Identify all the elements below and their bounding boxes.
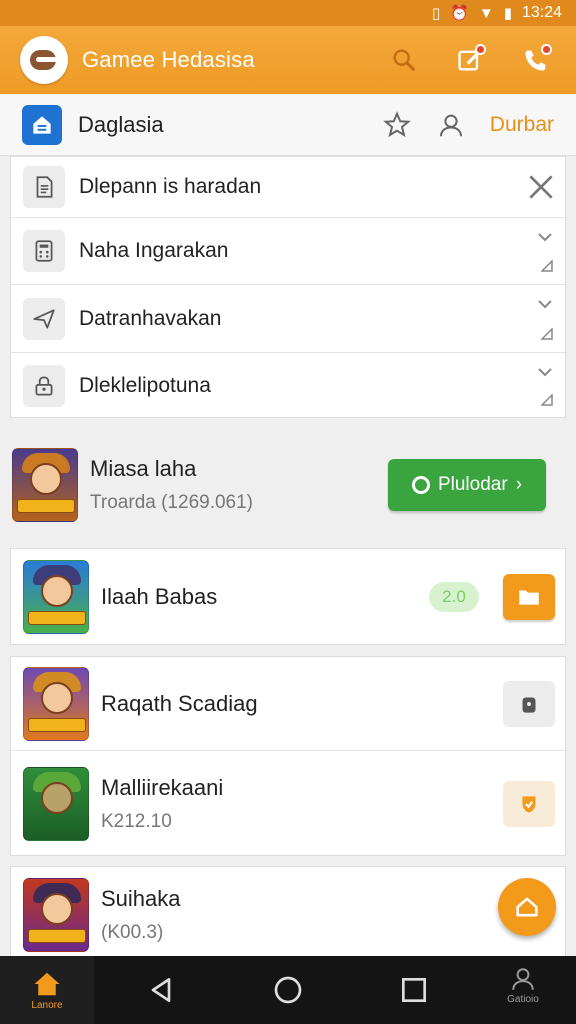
call-button[interactable] [518,42,554,78]
user-icon[interactable] [436,110,466,140]
corner-triangle-icon [541,394,553,406]
battery-icon: ▮ [503,4,512,22]
corner-triangle-icon [541,260,553,272]
search-button[interactable] [386,42,422,78]
menu-item-2[interactable]: Datranhavakan [11,285,567,353]
game-text: Miasa laha Troarda (1269.061) [90,456,253,514]
game-meta: K212.10 [101,811,172,832]
search-icon [393,49,415,71]
section-title: Daglasia [78,111,164,137]
game-name: Raqath Scadiag [101,690,258,716]
recents-icon[interactable] [398,974,430,1006]
folder-button[interactable] [503,574,555,620]
app-title: Gamee Hedasisa [82,47,255,72]
app-bar: Gamee Hedasisa [0,26,576,94]
menu-item-label: Datranhavakan [79,306,222,330]
profile-icon [512,968,534,990]
nav-profile[interactable]: Gatioio [490,966,556,1016]
game-thumbnail[interactable] [23,666,89,741]
home-outline-icon [516,897,538,917]
menu-item-label: Dleklelipotuna [79,373,211,397]
home-doc-icon [22,104,62,145]
version-badge: 2.0 [429,582,479,612]
lock-button[interactable] [503,680,555,727]
status-bar: ▯ ⏰ ▼ ▮ 13:24 [0,0,576,26]
game-text: Suihaka (K00.3) [101,886,181,944]
notification-dot [475,44,486,55]
compose-button[interactable] [452,42,488,78]
alarm-icon: ⏰ [450,4,469,22]
home-icon [34,972,60,995]
game-name: Malliirekaani [101,775,224,800]
send-icon [23,297,65,340]
menu-card: Dlepann is haradan Naha Ingarakan Datran… [10,156,567,418]
fab-button[interactable] [498,878,556,936]
menu-item-3[interactable]: Dleklelipotuna [11,353,567,418]
app-logo [20,36,68,84]
game-meta: (K00.3) [101,922,164,943]
list-item[interactable]: Raqath Scadiag [11,657,567,751]
star-icon[interactable] [382,110,412,140]
chevron-down-icon[interactable] [537,297,553,311]
game-name: Ilaah Babas [101,584,218,609]
status-time: 13:24 [521,4,562,21]
lock-icon [522,697,536,713]
game-card: Raqath Scadiag Malliirekaani K212.10 [10,656,567,856]
menu-item-1[interactable]: Naha Ingarakan [11,218,567,285]
sub-actions: Durbar [382,94,554,156]
notification-dot [541,44,552,55]
chevron-down-icon[interactable] [537,230,553,244]
game-text: Ilaah Babas [101,584,217,610]
game-name: Miasa laha [90,456,197,481]
back-icon[interactable] [145,974,177,1006]
game-card: Ilaah Babas 2.0 [10,548,566,645]
vibrate-icon: ▯ [431,4,441,22]
list-item[interactable]: Ilaah Babas 2.0 [11,559,567,635]
menu-item-label: Naha Ingarakan [79,239,229,262]
wifi-icon: ▼ [478,4,494,22]
play-button[interactable]: Plulodar › [388,459,546,511]
game-card: Suihaka (K00.3) [10,866,566,956]
game-meta: Troarda (1269.061) [90,492,254,513]
lock-icon [23,364,65,407]
chevron-down-icon[interactable] [537,365,553,379]
play-circle-icon [411,476,430,494]
home-circle-icon[interactable] [272,974,304,1006]
folder-icon [519,590,539,605]
nav-profile-label: Gatioio [507,994,539,1005]
game-thumbnail[interactable] [23,560,89,634]
app-actions [386,26,554,94]
game-text: Raqath Scadiag [101,691,258,717]
shield-icon [522,796,536,813]
list-item[interactable]: Malliirekaani K212.10 [11,752,567,856]
system-nav-bar: Lanore Gatioio [0,956,576,1024]
game-name: Suihaka [101,886,181,911]
document-icon [23,166,65,208]
list-item[interactable]: Suihaka (K00.3) [11,875,567,955]
nav-home[interactable]: Lanore [0,956,94,1024]
corner-triangle-icon [541,328,553,340]
menu-item-label: Dlepann is haradan [79,175,262,198]
badge-button[interactable] [503,781,555,827]
play-button-label: Plulodar [437,474,508,495]
sub-link[interactable]: Durbar [490,113,554,137]
game-text: Malliirekaani K212.10 [101,775,223,833]
chevron-right-icon: › [515,474,523,495]
game-thumbnail[interactable] [12,448,78,522]
sub-header: Daglasia Durbar [0,94,576,156]
menu-item-0[interactable]: Dlepann is haradan [11,157,567,218]
game-thumbnail[interactable] [23,767,89,841]
close-icon[interactable] [525,171,557,203]
calculator-icon [23,230,65,272]
game-thumbnail[interactable] [23,878,89,952]
list-item[interactable]: Miasa laha Troarda (1269.061) Plulodar › [0,446,556,524]
nav-home-label: Lanore [31,999,63,1011]
